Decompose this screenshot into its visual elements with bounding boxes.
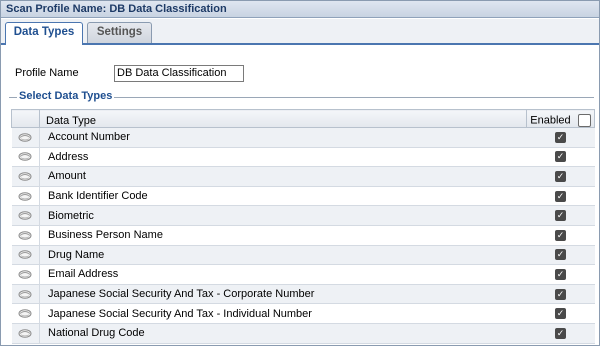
- table-row[interactable]: Biometric ✓: [11, 205, 595, 226]
- tab-strip: Data Types Settings: [1, 19, 599, 45]
- data-type-name: Amount: [39, 166, 527, 187]
- eye-icon[interactable]: [18, 269, 32, 280]
- enabled-checkbox[interactable]: ✓: [555, 269, 566, 281]
- enabled-cell: ✓: [526, 284, 595, 305]
- data-types-table: Data Type Enabled Account Number ✓ Address…: [11, 109, 595, 344]
- data-type-column-header[interactable]: Data Type: [39, 109, 527, 128]
- row-icon-cell: [11, 225, 40, 246]
- table-row[interactable]: Drug Name ✓: [11, 245, 595, 266]
- enabled-checkbox[interactable]: ✓: [555, 229, 566, 241]
- row-icon-cell: [11, 303, 40, 324]
- enabled-cell: ✓: [526, 205, 595, 226]
- eye-icon[interactable]: [18, 171, 32, 182]
- select-all-checkbox[interactable]: [577, 114, 591, 127]
- icon-column-header: [11, 109, 40, 128]
- row-icon-cell: [11, 147, 40, 168]
- enabled-cell: ✓: [526, 264, 595, 285]
- eye-icon[interactable]: [18, 210, 32, 221]
- row-icon-cell: [11, 186, 40, 207]
- data-type-name: Email Address: [39, 264, 527, 285]
- enabled-cell: ✓: [526, 166, 595, 187]
- data-type-name: Address: [39, 147, 527, 168]
- enabled-checkbox[interactable]: ✓: [555, 308, 566, 320]
- enabled-checkbox[interactable]: ✓: [555, 190, 566, 202]
- enabled-column-header: Enabled: [526, 109, 595, 128]
- eye-icon[interactable]: [18, 249, 32, 260]
- section-legend: Select Data Types: [17, 90, 115, 102]
- enabled-column-label: Enabled: [530, 114, 571, 127]
- row-icon-cell: [11, 245, 40, 266]
- table-row[interactable]: Japanese Social Security And Tax - Corpo…: [11, 284, 595, 305]
- enabled-checkbox[interactable]: ✓: [555, 171, 566, 183]
- enabled-cell: ✓: [526, 245, 595, 266]
- enabled-cell: ✓: [526, 323, 595, 344]
- eye-icon[interactable]: [18, 328, 32, 339]
- enabled-cell: ✓: [526, 127, 595, 148]
- enabled-cell: ✓: [526, 303, 595, 324]
- table-row[interactable]: Business Person Name ✓: [11, 225, 595, 246]
- enabled-checkbox[interactable]: ✓: [555, 288, 566, 300]
- eye-icon[interactable]: [18, 230, 32, 241]
- profile-name-field[interactable]: DB Data Classification: [114, 65, 244, 82]
- tab-data-types[interactable]: Data Types: [5, 22, 83, 45]
- row-icon-cell: [11, 323, 40, 344]
- enabled-cell: ✓: [526, 186, 595, 207]
- table-row[interactable]: Account Number ✓: [11, 127, 595, 148]
- enabled-checkbox[interactable]: ✓: [555, 327, 566, 339]
- table-row[interactable]: Email Address ✓: [11, 264, 595, 285]
- data-type-name: Japanese Social Security And Tax - Corpo…: [39, 284, 527, 305]
- table-row[interactable]: Address ✓: [11, 147, 595, 168]
- enabled-checkbox[interactable]: ✓: [555, 151, 566, 163]
- eye-icon[interactable]: [18, 151, 32, 162]
- row-icon-cell: [11, 264, 40, 285]
- table-row[interactable]: Bank Identifier Code ✓: [11, 186, 595, 207]
- data-type-name: National Drug Code: [39, 323, 527, 344]
- row-icon-cell: [11, 284, 40, 305]
- eye-icon[interactable]: [18, 132, 32, 143]
- data-type-name: Account Number: [39, 127, 527, 148]
- enabled-cell: ✓: [526, 147, 595, 168]
- data-type-name: Business Person Name: [39, 225, 527, 246]
- eye-icon[interactable]: [18, 308, 32, 319]
- row-icon-cell: [11, 166, 40, 187]
- profile-name-label: Profile Name: [15, 67, 79, 79]
- eye-icon[interactable]: [18, 191, 32, 202]
- enabled-checkbox[interactable]: ✓: [555, 210, 566, 222]
- table-row[interactable]: Japanese Social Security And Tax - Indiv…: [11, 303, 595, 324]
- row-icon-cell: [11, 127, 40, 148]
- enabled-cell: ✓: [526, 225, 595, 246]
- scan-profile-window: Scan Profile Name: DB Data Classificatio…: [0, 0, 600, 346]
- tab-settings[interactable]: Settings: [87, 22, 152, 43]
- table-body: Account Number ✓ Address ✓ Amount ✓ Bank Ident…: [11, 127, 595, 344]
- data-type-name: Japanese Social Security And Tax - Indiv…: [39, 303, 527, 324]
- data-type-name: Biometric: [39, 205, 527, 226]
- enabled-checkbox[interactable]: ✓: [555, 249, 566, 261]
- enabled-checkbox[interactable]: ✓: [555, 131, 566, 143]
- table-row[interactable]: National Drug Code ✓: [11, 323, 595, 344]
- data-type-name: Drug Name: [39, 245, 527, 266]
- row-icon-cell: [11, 205, 40, 226]
- data-type-name: Bank Identifier Code: [39, 186, 527, 207]
- table-header-row: Data Type Enabled: [11, 109, 595, 128]
- eye-icon[interactable]: [18, 289, 32, 300]
- table-row[interactable]: Amount ✓: [11, 166, 595, 187]
- window-title: Scan Profile Name: DB Data Classificatio…: [1, 1, 599, 18]
